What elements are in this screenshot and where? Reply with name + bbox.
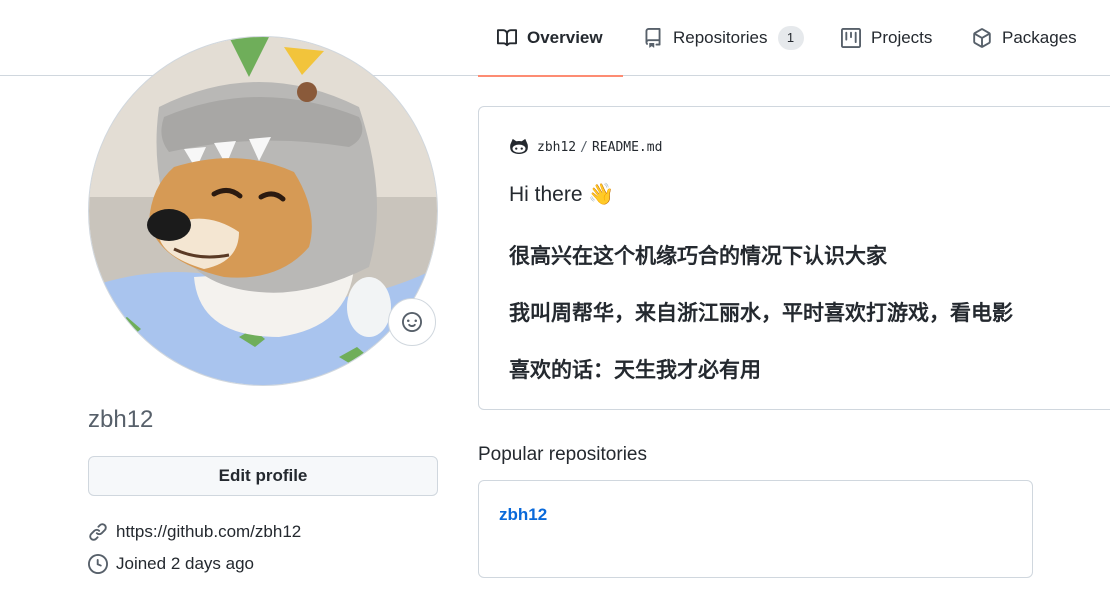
tab-repositories[interactable]: Repositories 1 <box>643 0 804 76</box>
tab-packages-label: Packages <box>1002 28 1077 47</box>
tab-packages[interactable]: Packages <box>972 0 1077 76</box>
edit-profile-button[interactable]: Edit profile <box>88 456 438 496</box>
tab-overview-label: Overview <box>527 28 603 47</box>
repo-icon <box>645 28 661 48</box>
tab-overview[interactable]: Overview <box>478 0 623 77</box>
profile-joined: Joined 2 days ago <box>88 554 254 574</box>
set-status-button[interactable] <box>388 298 436 346</box>
octocat-icon <box>510 138 528 154</box>
popular-repositories-heading: Popular repositories <box>478 444 647 465</box>
book-icon <box>497 29 517 47</box>
project-icon <box>841 28 861 48</box>
readme-path: zbh12 / README.md <box>509 137 662 157</box>
tab-projects-label: Projects <box>871 28 933 47</box>
avatar-photo <box>89 37 437 385</box>
readme-line: 喜欢的话：天生我才必有用 <box>509 359 761 382</box>
package-icon <box>973 28 991 48</box>
profile-website: https://github.com/zbh12 <box>88 522 301 542</box>
joined-date: Joined 2 days ago <box>116 554 254 573</box>
readme-line: 很高兴在这个机缘巧合的情况下认识大家 <box>509 245 887 268</box>
readme-greeting: Hi there 👋 <box>509 183 615 206</box>
repo-link[interactable]: zbh12 <box>499 505 547 525</box>
repo-card: zbh12 <box>478 480 1033 578</box>
profile-username: zbh12 <box>88 406 154 433</box>
readme-filename[interactable]: README.md <box>592 140 662 155</box>
readme-owner[interactable]: zbh12 <box>537 140 576 155</box>
website-link[interactable]: https://github.com/zbh12 <box>116 522 301 542</box>
repositories-count-badge: 1 <box>777 26 804 50</box>
profile-readme-card: zbh12 / README.md Hi there 👋 很高兴在这个机缘巧合的… <box>478 106 1110 410</box>
clock-icon <box>88 554 108 574</box>
smiley-icon <box>402 312 422 332</box>
readme-line: 我叫周帮华，来自浙江丽水，平时喜欢打游戏，看电影 <box>509 302 1013 325</box>
readme-path-separator: / <box>580 139 588 155</box>
tab-projects[interactable]: Projects <box>841 0 932 76</box>
tab-repositories-label: Repositories <box>673 28 768 47</box>
link-icon <box>89 523 107 541</box>
avatar[interactable] <box>88 36 438 386</box>
